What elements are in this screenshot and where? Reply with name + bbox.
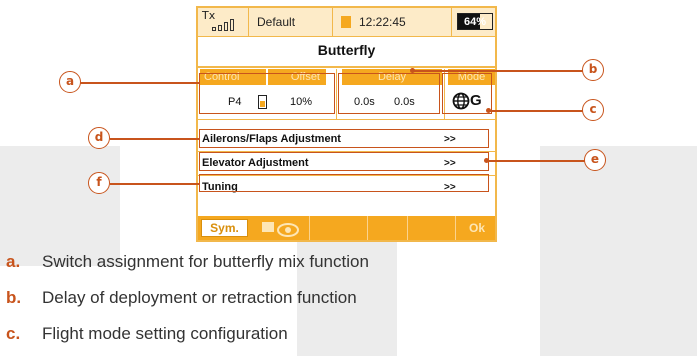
leader-dot — [484, 158, 489, 163]
softkey-5[interactable] — [408, 216, 456, 240]
column-divider — [336, 69, 337, 119]
callout-b: b — [582, 59, 604, 81]
tx-signal-indicator: Tx — [198, 8, 249, 36]
softkey-bar: Sym. Ok — [198, 216, 495, 240]
battery-icon: 64% — [457, 13, 493, 30]
clock-display: 12:22:45 — [333, 8, 452, 36]
leader-f — [110, 183, 200, 185]
ok-button[interactable]: Ok — [458, 216, 495, 240]
highlight-box-tuning — [199, 174, 489, 192]
legend-text: Flight mode setting configuration — [42, 324, 288, 343]
softkey-4[interactable] — [368, 216, 408, 240]
legend-letter: b. — [6, 288, 22, 307]
legend-letter: a. — [6, 252, 21, 271]
title-divider — [198, 66, 495, 68]
callout-f: f — [88, 172, 110, 194]
callout-c: c — [582, 99, 604, 121]
highlight-box-elevator — [199, 152, 489, 171]
legend-letter: c. — [6, 324, 21, 343]
leader-b — [412, 70, 583, 72]
background-block-left — [0, 146, 120, 266]
model-profile[interactable]: Default — [249, 8, 333, 36]
transmitter-screen: Tx Default 12:22:45 64% Butterfly Contro… — [196, 6, 497, 242]
timer-square-icon — [341, 16, 351, 28]
callout-d: d — [88, 127, 110, 149]
leader-a — [70, 82, 200, 84]
softkey-2[interactable] — [252, 216, 310, 240]
legend-item: b. Delay of deployment or retraction func… — [6, 288, 357, 308]
signal-bars-icon — [212, 19, 242, 31]
legend-item: a. Switch assignment for butterfly mix fu… — [6, 252, 369, 272]
leader-dot — [410, 68, 415, 73]
status-bar: Tx Default 12:22:45 64% — [198, 8, 495, 37]
callout-a: a — [59, 71, 81, 93]
highlight-box-ailerons — [199, 129, 489, 148]
callout-e: e — [584, 149, 606, 171]
legend-text: Delay of deployment or retraction functi… — [42, 288, 357, 307]
legend-text: Switch assignment for butterfly mix func… — [42, 252, 369, 271]
leader-d — [110, 138, 200, 140]
background-block-right — [540, 146, 697, 356]
leader-e — [488, 160, 585, 162]
battery-indicator: 64% — [451, 8, 495, 36]
leader-dot — [486, 108, 491, 113]
softkey-3[interactable] — [310, 216, 368, 240]
highlight-box-mode — [442, 73, 492, 114]
highlight-box-control — [199, 73, 335, 114]
clock-time: 12:22:45 — [359, 15, 406, 29]
page-title: Butterfly — [317, 42, 376, 58]
leader-c — [490, 110, 583, 112]
sym-button[interactable]: Sym. — [201, 219, 248, 237]
row-divider — [198, 119, 495, 120]
legend-item: c. Flight mode setting configuration — [6, 324, 288, 344]
battery-percent: 64% — [463, 16, 487, 28]
highlight-box-delay — [338, 73, 440, 114]
eye-toggle-icon — [262, 222, 299, 237]
